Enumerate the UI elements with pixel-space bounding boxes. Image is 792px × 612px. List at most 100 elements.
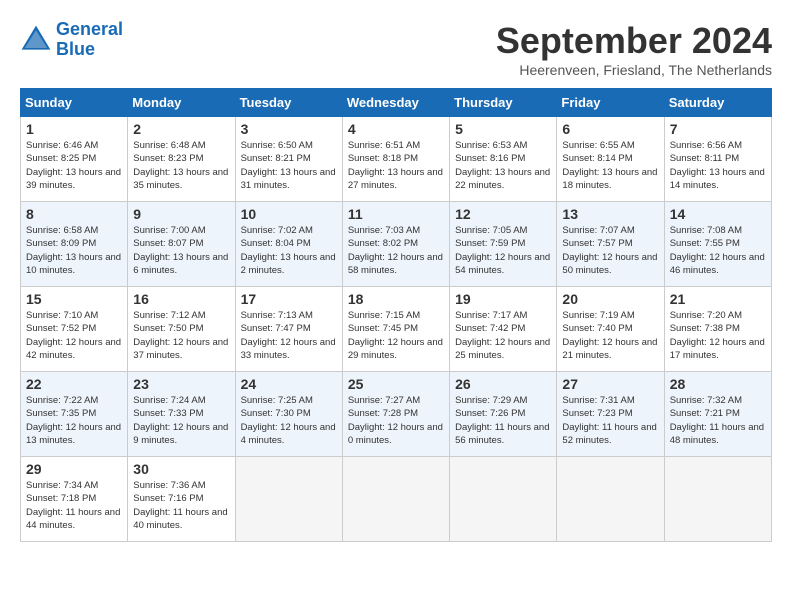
day-info: Sunrise: 6:50 AM Sunset: 8:21 PM Dayligh… [241,139,337,192]
day-number: 5 [455,121,551,137]
day-number: 11 [348,206,444,222]
calendar-cell: 4Sunrise: 6:51 AM Sunset: 8:18 PM Daylig… [342,117,449,202]
day-number: 21 [670,291,766,307]
day-info: Sunrise: 7:07 AM Sunset: 7:57 PM Dayligh… [562,224,658,277]
weekday-header-friday: Friday [557,89,664,117]
calendar-cell: 7 Sunrise: 6:56 AM Sunset: 8:11 PM Daylig… [664,117,771,202]
day-number: 28 [670,376,766,392]
calendar-cell [664,457,771,542]
day-info: Sunrise: 6:58 AM Sunset: 8:09 PM Dayligh… [26,224,122,277]
weekday-header-monday: Monday [128,89,235,117]
day-info: Sunrise: 7:03 AM Sunset: 8:02 PM Dayligh… [348,224,444,277]
calendar-week-5: 29Sunrise: 7:34 AM Sunset: 7:18 PM Dayli… [21,457,772,542]
day-info: Sunrise: 7:08 AM Sunset: 7:55 PM Dayligh… [670,224,766,277]
day-info: Sunrise: 7:34 AM Sunset: 7:18 PM Dayligh… [26,479,122,532]
month-title: September 2024 [496,20,772,62]
day-info: Sunrise: 7:00 AM Sunset: 8:07 PM Dayligh… [133,224,229,277]
calendar-cell [235,457,342,542]
calendar-cell: 15Sunrise: 7:10 AM Sunset: 7:52 PM Dayli… [21,287,128,372]
day-info: Sunrise: 6:55 AM Sunset: 8:14 PM Dayligh… [562,139,658,192]
day-number: 9 [133,206,229,222]
day-info: Sunrise: 7:19 AM Sunset: 7:40 PM Dayligh… [562,309,658,362]
calendar-cell: 1 Sunrise: 6:46 AM Sunset: 8:25 PM Daylig… [21,117,128,202]
calendar-cell: 13 Sunrise: 7:07 AM Sunset: 7:57 PM Dayli… [557,202,664,287]
logo: General Blue [20,20,123,60]
calendar-cell: 16 Sunrise: 7:12 AM Sunset: 7:50 PM Dayli… [128,287,235,372]
day-number: 20 [562,291,658,307]
day-number: 19 [455,291,551,307]
day-number: 26 [455,376,551,392]
logo-line2: Blue [56,39,95,59]
calendar-week-1: 1 Sunrise: 6:46 AM Sunset: 8:25 PM Daylig… [21,117,772,202]
calendar-week-3: 15Sunrise: 7:10 AM Sunset: 7:52 PM Dayli… [21,287,772,372]
calendar-cell: 21 Sunrise: 7:20 AM Sunset: 7:38 PM Dayli… [664,287,771,372]
calendar-cell [557,457,664,542]
day-info: Sunrise: 7:02 AM Sunset: 8:04 PM Dayligh… [241,224,337,277]
weekday-header-row: SundayMondayTuesdayWednesdayThursdayFrid… [21,89,772,117]
calendar-cell [342,457,449,542]
day-number: 7 [670,121,766,137]
weekday-header-wednesday: Wednesday [342,89,449,117]
day-info: Sunrise: 7:32 AM Sunset: 7:21 PM Dayligh… [670,394,766,447]
calendar-cell: 26 Sunrise: 7:29 AM Sunset: 7:26 PM Dayli… [450,372,557,457]
day-info: Sunrise: 7:25 AM Sunset: 7:30 PM Dayligh… [241,394,337,447]
title-block: September 2024 Heerenveen, Friesland, Th… [496,20,772,78]
weekday-header-tuesday: Tuesday [235,89,342,117]
calendar-cell: 28 Sunrise: 7:32 AM Sunset: 7:21 PM Dayli… [664,372,771,457]
day-number: 1 [26,121,122,137]
day-number: 2 [133,121,229,137]
day-number: 27 [562,376,658,392]
day-info: Sunrise: 7:24 AM Sunset: 7:33 PM Dayligh… [133,394,229,447]
logo-line1: General [56,19,123,39]
day-info: Sunrise: 6:46 AM Sunset: 8:25 PM Dayligh… [26,139,122,192]
day-info: Sunrise: 6:51 AM Sunset: 8:18 PM Dayligh… [348,139,444,192]
calendar-cell: 9 Sunrise: 7:00 AM Sunset: 8:07 PM Daylig… [128,202,235,287]
day-info: Sunrise: 6:48 AM Sunset: 8:23 PM Dayligh… [133,139,229,192]
day-number: 25 [348,376,444,392]
calendar-cell: 10 Sunrise: 7:02 AM Sunset: 8:04 PM Dayli… [235,202,342,287]
weekday-header-saturday: Saturday [664,89,771,117]
calendar-cell: 17 Sunrise: 7:13 AM Sunset: 7:47 PM Dayli… [235,287,342,372]
day-number: 13 [562,206,658,222]
weekday-header-sunday: Sunday [21,89,128,117]
day-number: 15 [26,291,122,307]
calendar-cell: 23 Sunrise: 7:24 AM Sunset: 7:33 PM Dayli… [128,372,235,457]
day-number: 24 [241,376,337,392]
day-number: 10 [241,206,337,222]
page-header: General Blue September 2024 Heerenveen, … [20,20,772,78]
day-number: 17 [241,291,337,307]
logo-text: General Blue [56,20,123,60]
day-info: Sunrise: 7:12 AM Sunset: 7:50 PM Dayligh… [133,309,229,362]
calendar-cell: 6 Sunrise: 6:55 AM Sunset: 8:14 PM Daylig… [557,117,664,202]
calendar-cell: 30Sunrise: 7:36 AM Sunset: 7:16 PM Dayli… [128,457,235,542]
day-info: Sunrise: 7:17 AM Sunset: 7:42 PM Dayligh… [455,309,551,362]
day-info: Sunrise: 7:27 AM Sunset: 7:28 PM Dayligh… [348,394,444,447]
day-info: Sunrise: 6:53 AM Sunset: 8:16 PM Dayligh… [455,139,551,192]
day-number: 6 [562,121,658,137]
calendar-cell: 5 Sunrise: 6:53 AM Sunset: 8:16 PM Daylig… [450,117,557,202]
calendar-cell: 8Sunrise: 6:58 AM Sunset: 8:09 PM Daylig… [21,202,128,287]
day-number: 22 [26,376,122,392]
calendar-cell: 24 Sunrise: 7:25 AM Sunset: 7:30 PM Dayli… [235,372,342,457]
calendar-cell: 2 Sunrise: 6:48 AM Sunset: 8:23 PM Daylig… [128,117,235,202]
day-info: Sunrise: 7:15 AM Sunset: 7:45 PM Dayligh… [348,309,444,362]
calendar-cell: 20 Sunrise: 7:19 AM Sunset: 7:40 PM Dayli… [557,287,664,372]
day-number: 23 [133,376,229,392]
day-number: 18 [348,291,444,307]
day-info: Sunrise: 7:22 AM Sunset: 7:35 PM Dayligh… [26,394,122,447]
calendar-cell: 29Sunrise: 7:34 AM Sunset: 7:18 PM Dayli… [21,457,128,542]
calendar-week-4: 22 Sunrise: 7:22 AM Sunset: 7:35 PM Dayli… [21,372,772,457]
day-info: Sunrise: 6:56 AM Sunset: 8:11 PM Dayligh… [670,139,766,192]
day-number: 12 [455,206,551,222]
calendar-cell: 3 Sunrise: 6:50 AM Sunset: 8:21 PM Daylig… [235,117,342,202]
day-number: 16 [133,291,229,307]
calendar-cell: 25 Sunrise: 7:27 AM Sunset: 7:28 PM Dayli… [342,372,449,457]
day-info: Sunrise: 7:20 AM Sunset: 7:38 PM Dayligh… [670,309,766,362]
calendar-cell: 14Sunrise: 7:08 AM Sunset: 7:55 PM Dayli… [664,202,771,287]
calendar-cell [450,457,557,542]
day-info: Sunrise: 7:36 AM Sunset: 7:16 PM Dayligh… [133,479,229,532]
day-number: 3 [241,121,337,137]
day-info: Sunrise: 7:13 AM Sunset: 7:47 PM Dayligh… [241,309,337,362]
calendar-table: SundayMondayTuesdayWednesdayThursdayFrid… [20,88,772,542]
day-info: Sunrise: 7:29 AM Sunset: 7:26 PM Dayligh… [455,394,551,447]
